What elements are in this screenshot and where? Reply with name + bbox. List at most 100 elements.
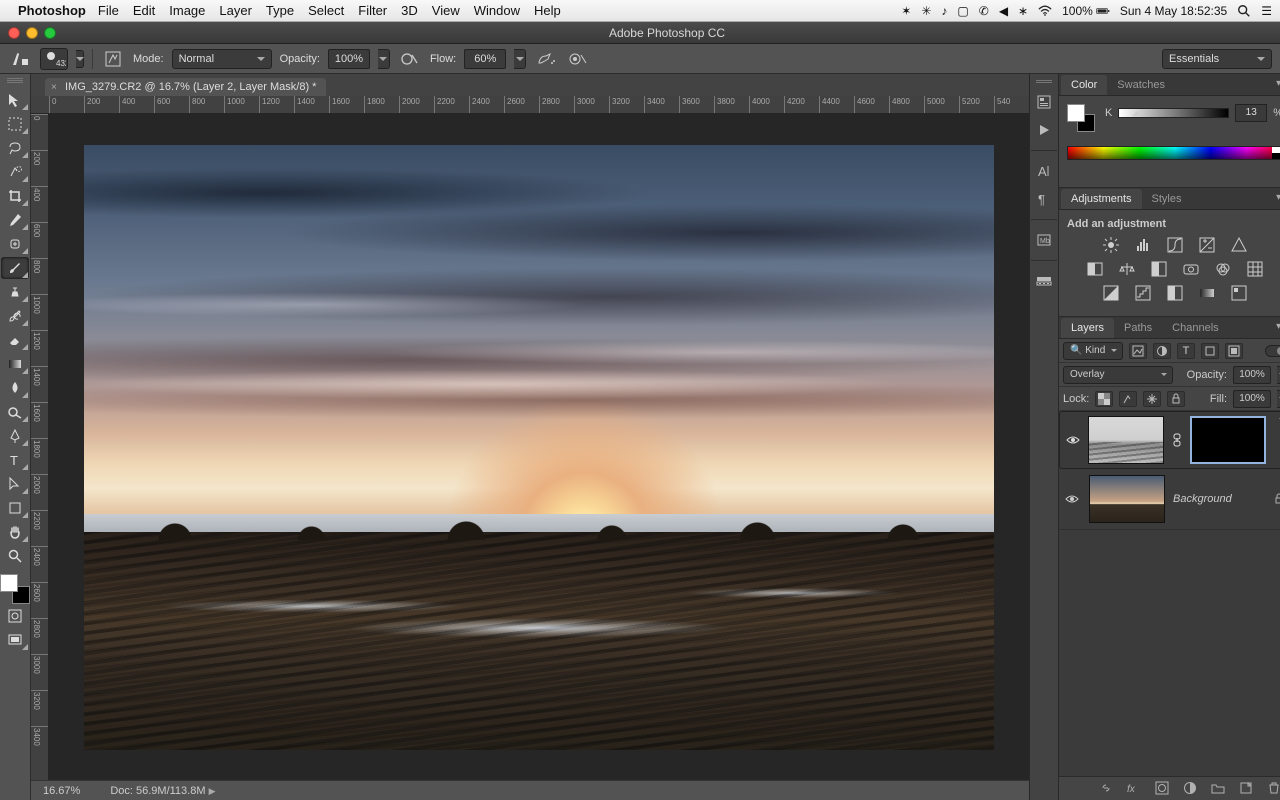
mini-bridge-panel-icon[interactable]: Mb bbox=[1030, 228, 1058, 252]
menu-filter[interactable]: Filter bbox=[358, 3, 387, 18]
flow-input[interactable]: 60% bbox=[464, 49, 506, 69]
menuextra-paw-icon[interactable]: ✶ bbox=[901, 4, 911, 18]
status-menu-arrow[interactable]: ▶ bbox=[209, 786, 216, 796]
character-panel-icon[interactable]: A bbox=[1030, 159, 1058, 183]
layers-panel-menu[interactable]: ▾≡ bbox=[1276, 321, 1280, 332]
foreground-background-colors[interactable] bbox=[0, 574, 30, 604]
eyedropper-tool[interactable] bbox=[1, 209, 29, 231]
menuextra-wifi-icon[interactable] bbox=[1038, 4, 1052, 18]
layer-row[interactable] bbox=[1059, 411, 1280, 469]
type-tool[interactable]: T bbox=[1, 449, 29, 471]
tools-grip[interactable] bbox=[7, 78, 23, 84]
adjust-panel-menu[interactable]: ▾≡ bbox=[1276, 192, 1280, 203]
color-ramp[interactable] bbox=[1067, 146, 1280, 160]
path-select-tool[interactable] bbox=[1, 473, 29, 495]
layer-filter-kind[interactable]: 🔍 Kind bbox=[1063, 342, 1123, 360]
tool-preset-picker[interactable] bbox=[8, 48, 32, 70]
filter-type-icon[interactable]: T bbox=[1177, 343, 1195, 359]
marquee-tool[interactable] bbox=[1, 113, 29, 135]
filter-toggle[interactable] bbox=[1265, 345, 1280, 357]
app-menu[interactable]: Photoshop bbox=[18, 3, 86, 18]
menuextra-battery[interactable]: 100% bbox=[1062, 4, 1110, 18]
menuextra-clock[interactable]: Sun 4 May 18:52:35 bbox=[1120, 4, 1227, 18]
blur-tool[interactable] bbox=[1, 377, 29, 399]
delete-layer-icon[interactable] bbox=[1267, 781, 1280, 797]
adj-color-lookup-icon[interactable] bbox=[1245, 260, 1265, 278]
layer-thumbnail[interactable] bbox=[1088, 416, 1164, 464]
color-fg-bg[interactable] bbox=[1067, 104, 1095, 132]
adj-hue-icon[interactable] bbox=[1085, 260, 1105, 278]
new-adjustment-icon[interactable] bbox=[1183, 781, 1199, 797]
add-mask-icon[interactable] bbox=[1155, 781, 1171, 797]
ruler-vertical[interactable]: 0200400600800100012001400160018002000220… bbox=[31, 114, 49, 780]
blend-mode-select[interactable]: Normal bbox=[172, 49, 272, 69]
filter-adjust-icon[interactable] bbox=[1153, 343, 1171, 359]
layer-thumbnail[interactable] bbox=[1089, 475, 1165, 523]
menu-help[interactable]: Help bbox=[534, 3, 561, 18]
history-panel-icon[interactable] bbox=[1030, 90, 1058, 114]
eraser-tool[interactable] bbox=[1, 329, 29, 351]
menu-view[interactable]: View bbox=[432, 3, 460, 18]
filter-smart-icon[interactable] bbox=[1225, 343, 1243, 359]
adj-photo-filter-icon[interactable] bbox=[1181, 260, 1201, 278]
menuextra-snowflake-icon[interactable]: ✳︎ bbox=[921, 4, 931, 18]
menuextra-bluetooth-icon[interactable]: ∗ bbox=[1018, 4, 1028, 18]
link-layers-icon[interactable] bbox=[1099, 781, 1115, 797]
layer-name[interactable]: Background bbox=[1173, 493, 1232, 505]
airbrush-toggle[interactable] bbox=[534, 48, 558, 70]
brush-panel-toggle[interactable] bbox=[101, 48, 125, 70]
filter-pixel-icon[interactable] bbox=[1129, 343, 1147, 359]
tab-layers[interactable]: Layers bbox=[1061, 318, 1114, 338]
menuextra-volume-icon[interactable]: ◀ bbox=[999, 4, 1008, 18]
close-tab-icon[interactable]: × bbox=[51, 82, 57, 93]
actions-panel-icon[interactable] bbox=[1030, 118, 1058, 142]
new-layer-icon[interactable] bbox=[1239, 781, 1255, 797]
pen-tool[interactable] bbox=[1, 425, 29, 447]
layer-row[interactable]: Background bbox=[1059, 469, 1280, 530]
gradient-tool[interactable] bbox=[1, 353, 29, 375]
crop-tool[interactable] bbox=[1, 185, 29, 207]
quick-select-tool[interactable] bbox=[1, 161, 29, 183]
brush-preset-dropdown[interactable] bbox=[76, 50, 84, 68]
color-panel-menu[interactable]: ▾≡ bbox=[1276, 78, 1280, 89]
spotlight-icon[interactable] bbox=[1237, 4, 1251, 18]
menu-file[interactable]: File bbox=[98, 3, 119, 18]
hand-tool[interactable] bbox=[1, 521, 29, 543]
adj-bw-icon[interactable] bbox=[1149, 260, 1169, 278]
filter-shape-icon[interactable] bbox=[1201, 343, 1219, 359]
window-zoom-button[interactable] bbox=[44, 27, 56, 39]
adj-gradient-map-icon[interactable] bbox=[1197, 284, 1217, 302]
adj-balance-icon[interactable] bbox=[1117, 260, 1137, 278]
adj-levels-icon[interactable] bbox=[1133, 236, 1153, 254]
adj-channel-mixer-icon[interactable] bbox=[1213, 260, 1233, 278]
color-k-slider[interactable] bbox=[1118, 108, 1229, 118]
layer-fx-icon[interactable]: fx bbox=[1127, 781, 1143, 797]
menuextra-airplay-icon[interactable]: ▢ bbox=[957, 4, 968, 18]
color-k-value[interactable]: 13 bbox=[1235, 104, 1267, 122]
tab-paths[interactable]: Paths bbox=[1114, 318, 1162, 338]
tab-swatches[interactable]: Swatches bbox=[1107, 75, 1175, 95]
adj-brightness-icon[interactable] bbox=[1101, 236, 1121, 254]
lasso-tool[interactable] bbox=[1, 137, 29, 159]
window-close-button[interactable] bbox=[8, 27, 20, 39]
layer-visibility-toggle[interactable] bbox=[1066, 435, 1080, 445]
menu-type[interactable]: Type bbox=[266, 3, 294, 18]
lock-pixels-icon[interactable] bbox=[1119, 391, 1137, 407]
adj-vibrance-icon[interactable] bbox=[1229, 236, 1249, 254]
opacity-dropdown[interactable] bbox=[378, 49, 390, 69]
menu-layer[interactable]: Layer bbox=[219, 3, 252, 18]
ruler-horizontal[interactable]: 0200400600800100012001400160018002000220… bbox=[31, 96, 1029, 114]
tab-styles[interactable]: Styles bbox=[1142, 189, 1192, 209]
layer-fill-value[interactable]: 100% bbox=[1233, 390, 1271, 408]
layer-opacity-value[interactable]: 100% bbox=[1233, 366, 1271, 384]
flow-dropdown[interactable] bbox=[514, 49, 526, 69]
history-brush-tool[interactable] bbox=[1, 305, 29, 327]
dodge-tool[interactable] bbox=[1, 401, 29, 423]
tab-adjustments[interactable]: Adjustments bbox=[1061, 189, 1142, 209]
workspace-switcher[interactable]: Essentials bbox=[1162, 49, 1272, 69]
adj-curves-icon[interactable] bbox=[1165, 236, 1185, 254]
layer-visibility-toggle[interactable] bbox=[1065, 494, 1081, 504]
lock-transparent-icon[interactable] bbox=[1095, 391, 1113, 407]
shape-tool[interactable] bbox=[1, 497, 29, 519]
brush-preset-picker[interactable]: 432 bbox=[40, 48, 68, 70]
